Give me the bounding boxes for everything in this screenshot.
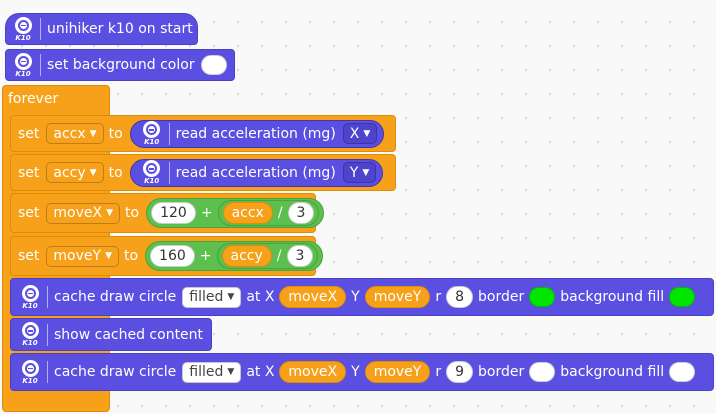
set-background-color-block[interactable]: K10 set background color bbox=[5, 49, 235, 81]
number-input[interactable]: 120 bbox=[151, 202, 196, 224]
border-color-swatch[interactable] bbox=[529, 287, 556, 307]
background-color-swatch[interactable] bbox=[200, 55, 227, 75]
k10-icon: K10 bbox=[141, 121, 163, 147]
variable-reporter-accx[interactable]: accx bbox=[222, 202, 273, 224]
hat-label: unihiker k10 on start bbox=[47, 21, 193, 37]
axis-dropdown-y[interactable]: Y ▼ bbox=[342, 162, 377, 183]
set-label: set bbox=[18, 248, 40, 264]
chevron-down-icon: ▼ bbox=[106, 208, 114, 218]
r-label: r bbox=[435, 364, 442, 380]
number-input[interactable]: 3 bbox=[286, 245, 314, 267]
show-cached-label: show cached content bbox=[54, 326, 204, 343]
variable-reporter-movex[interactable]: moveX bbox=[279, 361, 347, 383]
divide-operator: / bbox=[277, 205, 283, 221]
k10-icon: K10 bbox=[12, 52, 34, 78]
chevron-down-icon: ▼ bbox=[227, 367, 235, 377]
to-label: to bbox=[123, 248, 139, 264]
k10-icon: K10 bbox=[19, 284, 41, 310]
fill-color-swatch[interactable] bbox=[669, 362, 696, 382]
separator bbox=[40, 54, 41, 76]
cache-draw-circle-block[interactable]: K10 cache draw circle filled ▼ at X moveX… bbox=[10, 353, 714, 391]
chevron-down-icon: ▼ bbox=[89, 167, 97, 178]
r-label: r bbox=[435, 289, 442, 305]
number-input[interactable]: 3 bbox=[287, 202, 315, 224]
chevron-down-icon: ▼ bbox=[363, 128, 371, 139]
to-label: to bbox=[108, 125, 123, 142]
set-accx-block[interactable]: set accx ▼ to K10 read acceleration (mg) … bbox=[10, 115, 396, 152]
k10-icon: K10 bbox=[12, 16, 34, 42]
on-start-hat-block[interactable]: K10 unihiker k10 on start bbox=[5, 13, 198, 45]
variable-reporter-movey[interactable]: moveY bbox=[364, 361, 431, 383]
variable-reporter-movey[interactable]: moveY bbox=[364, 286, 431, 308]
fill-mode-dropdown[interactable]: filled ▼ bbox=[182, 361, 242, 383]
reporter-label: read acceleration (mg) bbox=[175, 164, 336, 181]
y-label: Y bbox=[351, 289, 360, 305]
set-bg-label: set background color bbox=[47, 57, 195, 73]
plus-operator: + bbox=[200, 205, 213, 221]
circle-label: cache draw circle bbox=[54, 364, 177, 380]
border-label: border bbox=[478, 364, 525, 380]
at-x-label: at X bbox=[246, 289, 275, 305]
division-operator-block[interactable]: accy / 3 bbox=[216, 243, 319, 269]
chevron-down-icon: ▼ bbox=[105, 251, 112, 261]
to-label: to bbox=[125, 205, 140, 221]
variable-dropdown-movey[interactable]: moveY ▼ bbox=[46, 245, 119, 267]
set-movex-block[interactable]: set moveX ▼ to 120 + accx / 3 bbox=[10, 193, 325, 233]
radius-input[interactable]: 9 bbox=[446, 361, 474, 383]
reporter-label: read acceleration (mg) bbox=[175, 125, 336, 142]
separator bbox=[47, 361, 48, 383]
k10-icon: K10 bbox=[141, 160, 163, 186]
read-acceleration-reporter-y[interactable]: K10 read acceleration (mg) Y ▼ bbox=[129, 158, 384, 187]
variable-dropdown-accx[interactable]: accx ▼ bbox=[46, 123, 104, 144]
set-label: set bbox=[18, 164, 40, 181]
radius-input[interactable]: 8 bbox=[446, 286, 474, 308]
chevron-down-icon: ▼ bbox=[362, 167, 370, 178]
k10-icon: K10 bbox=[19, 359, 41, 385]
addition-operator-block[interactable]: 160 + accy / 3 bbox=[145, 241, 324, 271]
variable-dropdown-accy[interactable]: accy ▼ bbox=[46, 162, 104, 183]
set-movey-block[interactable]: set moveY ▼ to 160 + accy / 3 bbox=[10, 236, 324, 276]
forever-label: forever bbox=[8, 91, 59, 107]
axis-dropdown-x[interactable]: X ▼ bbox=[342, 123, 378, 144]
k10-icon: K10 bbox=[19, 322, 41, 348]
background-fill-label: background fill bbox=[560, 289, 665, 305]
divide-operator: / bbox=[276, 248, 282, 264]
set-accy-block[interactable]: set accy ▼ to K10 read acceleration (mg) … bbox=[10, 154, 396, 191]
at-x-label: at X bbox=[246, 364, 275, 380]
separator bbox=[168, 161, 170, 184]
fill-mode-dropdown[interactable]: filled ▼ bbox=[182, 286, 242, 308]
fill-color-swatch[interactable] bbox=[669, 287, 696, 307]
number-input[interactable]: 160 bbox=[150, 245, 195, 267]
separator bbox=[47, 323, 48, 346]
cache-draw-circle-block[interactable]: K10 cache draw circle filled ▼ at X moveX… bbox=[10, 278, 714, 316]
show-cached-content-block[interactable]: K10 show cached content bbox=[10, 318, 212, 351]
variable-dropdown-movex[interactable]: moveX ▼ bbox=[46, 202, 121, 224]
circle-label: cache draw circle bbox=[54, 289, 177, 305]
background-fill-label: background fill bbox=[560, 364, 665, 380]
chevron-down-icon: ▼ bbox=[89, 128, 97, 139]
chevron-down-icon: ▼ bbox=[227, 292, 235, 302]
to-label: to bbox=[108, 164, 123, 181]
set-label: set bbox=[18, 125, 40, 142]
separator bbox=[40, 18, 41, 40]
plus-operator: + bbox=[199, 248, 212, 264]
y-label: Y bbox=[351, 364, 360, 380]
border-label: border bbox=[478, 289, 525, 305]
set-label: set bbox=[18, 205, 40, 221]
border-color-swatch[interactable] bbox=[529, 362, 556, 382]
separator bbox=[47, 286, 48, 308]
addition-operator-block[interactable]: 120 + accx / 3 bbox=[146, 198, 325, 228]
variable-reporter-movex[interactable]: moveX bbox=[279, 286, 347, 308]
variable-reporter-accy[interactable]: accy bbox=[221, 245, 272, 267]
division-operator-block[interactable]: accx / 3 bbox=[217, 200, 320, 226]
read-acceleration-reporter-x[interactable]: K10 read acceleration (mg) X ▼ bbox=[129, 119, 385, 148]
separator bbox=[168, 122, 170, 145]
